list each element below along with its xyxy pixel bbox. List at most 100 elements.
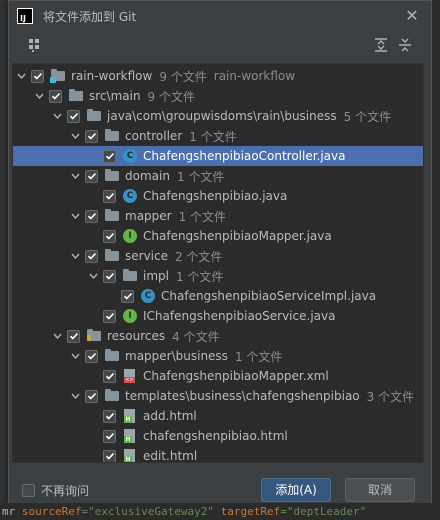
tree-row[interactable]: resources 4 个文件 xyxy=(13,326,423,346)
module-folder-icon xyxy=(50,68,66,84)
tree-row[interactable]: controller 1 个文件 xyxy=(13,126,423,146)
background-code-line: mr sourceRef="exclusiveGateway2" targetR… xyxy=(0,503,440,520)
chevron-down-icon[interactable] xyxy=(69,346,81,366)
tree-row-checkbox[interactable] xyxy=(103,229,116,243)
tree-row-checkbox[interactable] xyxy=(103,189,116,203)
tree-row-label: add.html xyxy=(143,409,197,423)
chevron-down-icon[interactable] xyxy=(69,126,81,146)
cancel-button[interactable]: 取消 xyxy=(345,478,415,502)
html-file-icon xyxy=(122,408,138,424)
tree-row[interactable]: rain-workflow 9 个文件 rain-workflow xyxy=(13,66,423,86)
tree-row[interactable]: chafengshenpibiao.html xyxy=(13,426,423,446)
chevron-down-icon[interactable] xyxy=(15,66,27,86)
tree-row-checkbox[interactable] xyxy=(49,89,62,103)
tree-row-checkbox[interactable] xyxy=(85,209,98,223)
dont-ask-label: 不再询问 xyxy=(41,484,90,498)
tree-row[interactable]: mapper 1 个文件 xyxy=(13,206,423,226)
chevron-down-icon[interactable] xyxy=(87,266,99,286)
tree-row-file-count: 1 个文件 xyxy=(234,349,283,364)
dont-ask-again[interactable]: 不再询问 xyxy=(22,482,89,499)
chevron-down-icon[interactable] xyxy=(51,326,63,346)
tree-row[interactable]: mapper\business 1 个文件 xyxy=(13,346,423,366)
tree-row-file-count: 1 个文件 xyxy=(178,209,227,224)
resources-folder-icon xyxy=(86,328,102,344)
chevron-down-icon[interactable] xyxy=(69,206,81,226)
chevron-down-icon[interactable] xyxy=(69,166,81,186)
tree-row-label: edit.html xyxy=(143,449,198,463)
html-file-icon xyxy=(122,448,138,462)
java-class-icon: C xyxy=(140,288,156,304)
tree-row-label: service xyxy=(125,249,168,263)
tree-toolbar xyxy=(9,31,431,59)
tree-row-checkbox[interactable] xyxy=(67,329,80,343)
tree-row-checkbox[interactable] xyxy=(85,249,98,263)
tree-row[interactable]: service 2 个文件 xyxy=(13,246,423,266)
tree-row-label: ChafengshenpibiaoMapper.java xyxy=(143,229,332,243)
tree-row-label: chafengshenpibiao.html xyxy=(143,429,288,443)
tree-row-label: src\main xyxy=(89,89,141,103)
chevron-down-icon[interactable] xyxy=(69,386,81,406)
tree-row-label: templates\business\chafengshenpibiao xyxy=(125,389,360,403)
tree-row-checkbox[interactable] xyxy=(103,369,116,383)
tree-row[interactable]: domain 1 个文件 xyxy=(13,166,423,186)
folder-icon xyxy=(104,388,120,404)
tree-row[interactable]: I ChafengshenpibiaoMapper.java xyxy=(13,226,423,246)
folder-icon xyxy=(104,128,120,144)
tree-row[interactable]: src\main 9 个文件 xyxy=(13,86,423,106)
tree-row-checkbox[interactable] xyxy=(85,389,98,403)
tree-row[interactable]: C Chafengshenpibiao.java xyxy=(13,186,423,206)
tree-row[interactable]: add.html xyxy=(13,406,423,426)
tree-row-label: mapper\business xyxy=(125,349,228,363)
chevron-down-icon[interactable] xyxy=(33,86,45,106)
group-by-icon[interactable] xyxy=(29,39,43,53)
tree-row[interactable]: templates\business\chafengshenpibiao 3 个文… xyxy=(13,386,423,406)
tree-row[interactable]: C ChafengshenpibiaoServiceImpl.java xyxy=(13,286,423,306)
dont-ask-checkbox[interactable] xyxy=(22,484,35,497)
tree-row-label: mapper xyxy=(125,209,172,223)
chevron-down-icon[interactable] xyxy=(51,106,63,126)
html-file-icon xyxy=(122,428,138,444)
close-icon[interactable]: ✕ xyxy=(403,7,421,25)
tree-row-checkbox[interactable] xyxy=(85,349,98,363)
folder-icon xyxy=(104,208,120,224)
tree-row-checkbox[interactable] xyxy=(85,129,98,143)
tree-row-label: ChafengshenpibiaoMapper.xml xyxy=(143,369,329,383)
background-right-edge xyxy=(432,0,440,520)
tree-row-file-count: 4 个文件 xyxy=(172,329,220,344)
chevron-down-icon[interactable] xyxy=(69,246,81,266)
tree-row-label: ChafengshenpibiaoController.java xyxy=(143,149,346,163)
tree-row[interactable]: ChafengshenpibiaoMapper.xml xyxy=(13,366,423,386)
java-class-icon: C xyxy=(122,188,138,204)
folder-icon xyxy=(68,88,84,104)
tree-row[interactable]: edit.html xyxy=(13,446,423,463)
changes-tree: rain-workflow 9 个文件 rain-workflow src\main 9… xyxy=(12,63,424,463)
tree-row-file-count: 2 个文件 xyxy=(174,249,223,264)
tree-row-checkbox[interactable] xyxy=(103,309,116,323)
tree-row-checkbox[interactable] xyxy=(31,69,44,83)
expand-all-icon[interactable] xyxy=(373,37,389,53)
tree-row-label: Chafengshenpibiao.java xyxy=(143,189,288,203)
tree-row[interactable]: I IChafengshenpibiaoService.java xyxy=(13,306,423,326)
java-interface-icon: I xyxy=(122,308,138,324)
tree-row-checkbox[interactable] xyxy=(121,289,134,303)
tree-row-checkbox[interactable] xyxy=(85,169,98,183)
tree-row[interactable]: C ChafengshenpibiaoController.java xyxy=(13,146,423,166)
tree-row-checkbox[interactable] xyxy=(103,449,116,462)
tree-row-checkbox[interactable] xyxy=(103,269,116,283)
tree-row-checkbox[interactable] xyxy=(67,109,80,123)
tree-row-checkbox[interactable] xyxy=(103,149,116,163)
tree-row[interactable]: java\com\groupwisdoms\rain\business 5 个文件 xyxy=(13,106,423,126)
collapse-all-icon[interactable] xyxy=(397,37,413,53)
add-button[interactable]: 添加(A) xyxy=(261,478,331,502)
java-interface-icon: I xyxy=(122,228,138,244)
tree-row-file-count: 1 个文件 xyxy=(175,269,224,284)
tree-row-checkbox[interactable] xyxy=(103,429,116,443)
folder-icon xyxy=(104,168,120,184)
tree-row-file-count: 9 个文件 xyxy=(147,89,195,104)
tree-row-checkbox[interactable] xyxy=(103,409,116,423)
tree-row[interactable]: impl 1 个文件 xyxy=(13,266,423,286)
